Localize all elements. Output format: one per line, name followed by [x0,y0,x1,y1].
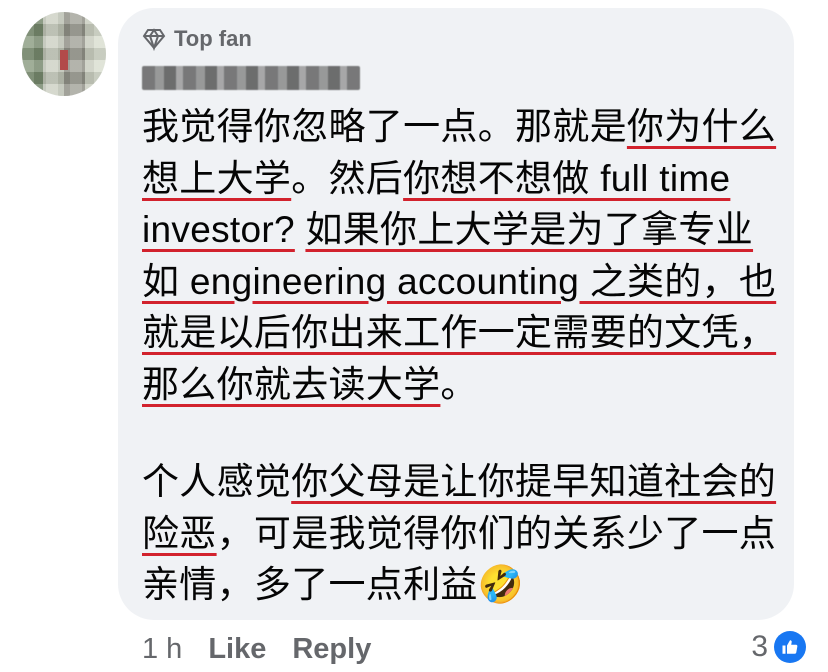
reaction-summary[interactable]: 3 [751,628,806,666]
timestamp[interactable]: 1 h [142,633,182,666]
avatar-detail [60,50,68,70]
comment-text: 个人感觉 [142,461,292,502]
comment-paragraph-1: 我觉得你忽略了一点。那就是你为什么想上大学。然后你想不想做 full time … [142,101,782,410]
author-name-redacted[interactable] [142,66,360,90]
comment-text: 。 [440,363,478,405]
comment-text: ，可是我觉得你们的关系少了一点亲情，多了一点利益 [142,512,777,606]
thumbs-up-icon [774,631,806,663]
comment-text: 。然后 [291,157,404,199]
author-name [142,66,143,67]
comment-actions: 1 h Like Reply [142,632,371,666]
comment-text: 我觉得你忽略了一点。那就是 [142,106,627,147]
rofl-emoji-icon: 🤣 [477,564,525,605]
reaction-count: 3 [751,630,768,663]
diamond-icon [142,28,166,51]
top-fan-badge[interactable]: Top fan [142,25,252,53]
comment-paragraph-2: 个人感觉你父母是让你提早知道社会的险恶，可是我觉得你们的关系少了一点亲情，多了一… [142,456,782,611]
avatar[interactable] [22,12,106,96]
like-button[interactable]: Like [208,633,266,666]
reply-button[interactable]: Reply [292,633,371,666]
badge-label: Top fan [174,26,252,51]
comment-text [295,209,306,250]
